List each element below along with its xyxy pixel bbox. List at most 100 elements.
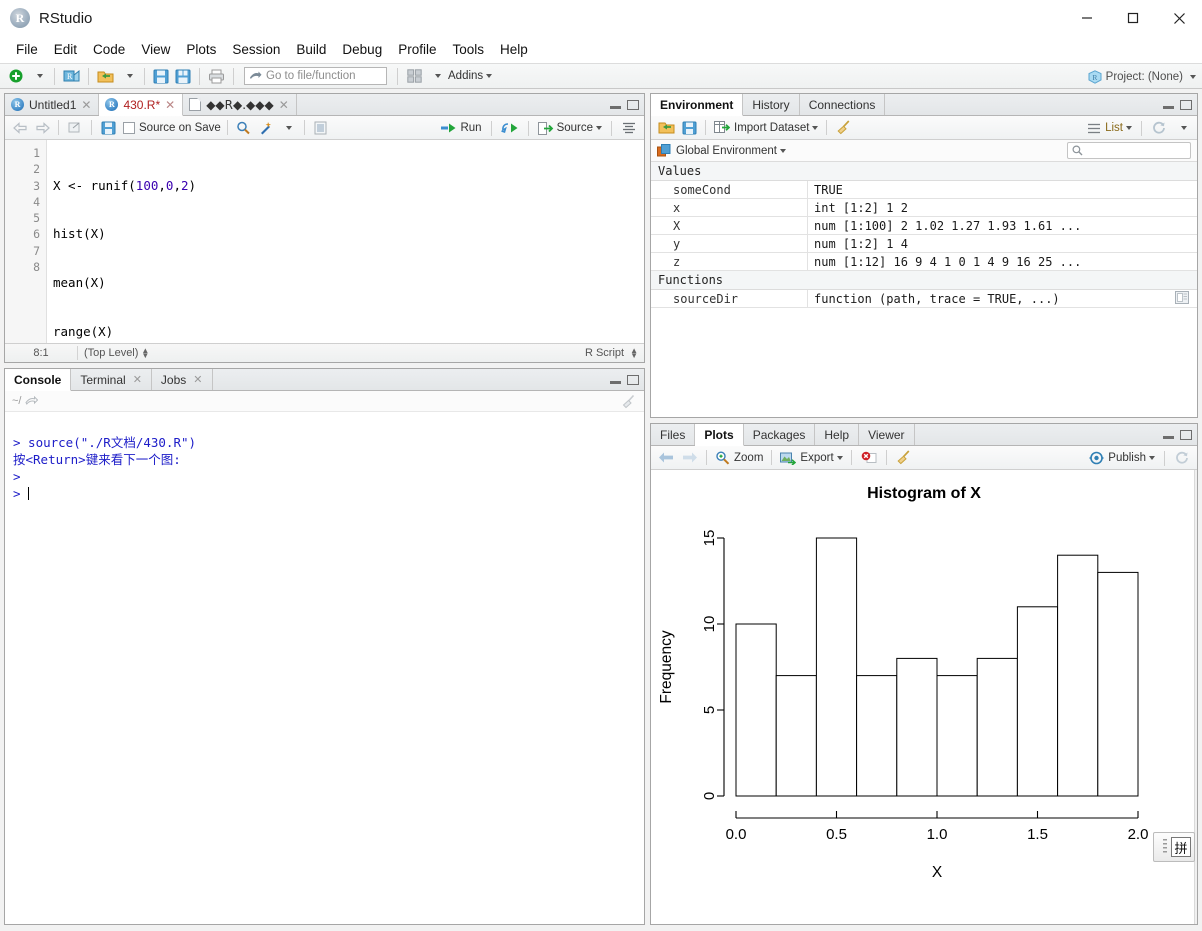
menu-tools[interactable]: Tools (444, 39, 492, 60)
load-workspace-icon[interactable] (656, 118, 677, 138)
print-icon[interactable] (206, 66, 227, 86)
rerun-icon[interactable] (499, 118, 521, 138)
back-arrow-icon[interactable] (10, 118, 30, 138)
close-icon[interactable]: ✕ (193, 373, 202, 386)
table-row[interactable]: z num [1:12] 16 9 4 1 0 1 4 9 16 25 ... (651, 253, 1197, 271)
menu-file[interactable]: File (8, 39, 46, 60)
workspace-panes-dropdown-icon[interactable] (426, 66, 446, 86)
source-editor-body[interactable]: 1 2 3 4 5 6 7 8 X <- runif(100,0,2) hist… (5, 140, 644, 343)
close-button[interactable] (1156, 0, 1202, 36)
menu-edit[interactable]: Edit (46, 39, 85, 60)
export-plot-button[interactable]: Export (778, 448, 844, 468)
save-icon[interactable] (151, 66, 171, 86)
file-type-selector[interactable]: R Script ▲ ▼ (585, 347, 638, 360)
minimize-pane-icon[interactable] (610, 381, 621, 384)
menu-help[interactable]: Help (492, 39, 536, 60)
workspace-panes-icon[interactable] (404, 66, 424, 86)
save-source-icon[interactable] (98, 118, 118, 138)
menu-profile[interactable]: Profile (390, 39, 444, 60)
clear-console-broom-icon[interactable] (620, 394, 636, 409)
table-row[interactable]: someCond TRUE (651, 181, 1197, 199)
tab-viewer[interactable]: Viewer (859, 424, 915, 445)
view-mode-button[interactable]: List (1085, 118, 1134, 138)
remove-plot-icon[interactable] (858, 448, 880, 468)
open-file-dropdown-icon[interactable] (118, 66, 138, 86)
find-replace-icon[interactable] (234, 118, 254, 138)
show-in-new-window-icon[interactable] (65, 118, 85, 138)
maximize-pane-icon[interactable] (1180, 100, 1192, 110)
global-environment-label[interactable]: Global Environment (676, 145, 777, 157)
tab-environment[interactable]: Environment (651, 94, 744, 116)
menu-session[interactable]: Session (224, 39, 288, 60)
addins-button[interactable]: Addins (448, 70, 493, 82)
go-to-file-input[interactable]: Go to file/function (244, 67, 387, 85)
clear-environment-broom-icon[interactable] (833, 118, 853, 138)
refresh-plot-icon[interactable] (1172, 448, 1192, 468)
minimize-pane-icon[interactable] (610, 106, 621, 109)
minimize-button[interactable] (1064, 0, 1110, 36)
refresh-dropdown-icon[interactable] (1172, 118, 1192, 138)
tab-history[interactable]: History (743, 94, 800, 115)
save-all-icon[interactable] (173, 66, 193, 86)
clear-plots-broom-icon[interactable] (893, 448, 913, 468)
open-file-icon[interactable] (95, 66, 116, 86)
compile-report-icon[interactable] (311, 118, 331, 138)
maximize-pane-icon[interactable] (627, 100, 639, 110)
menu-plots[interactable]: Plots (178, 39, 224, 60)
menu-code[interactable]: Code (85, 39, 133, 60)
console-output[interactable]: > source("./R文档/430.R") 按<Return>键来看下一个图… (5, 412, 644, 924)
ime-drag-handle-icon[interactable] (1163, 839, 1167, 855)
table-row[interactable]: x int [1:2] 1 2 (651, 199, 1197, 217)
new-file-dropdown-icon[interactable] (28, 66, 48, 86)
code-tools-dropdown-icon[interactable] (278, 118, 298, 138)
project-indicator[interactable]: R Project: (None) (1088, 64, 1196, 90)
ime-indicator[interactable]: 拼 (1153, 832, 1195, 862)
import-dataset-button[interactable]: Import Dataset (712, 118, 820, 138)
zoom-plot-button[interactable]: Zoom (713, 448, 765, 468)
working-directory-path[interactable]: ~/ (12, 395, 21, 407)
code-tools-icon[interactable] (256, 118, 276, 138)
open-in-files-icon[interactable] (25, 395, 39, 407)
source-tab-mojibake[interactable]: ◆◆R◆.◆◆◆ ✕ (183, 94, 297, 115)
table-row[interactable]: sourceDir function (path, trace = TRUE, … (651, 290, 1197, 308)
tab-terminal[interactable]: Terminal ✕ (71, 369, 152, 390)
maximize-pane-icon[interactable] (627, 375, 639, 385)
tab-plots[interactable]: Plots (695, 424, 744, 446)
menu-view[interactable]: View (133, 39, 178, 60)
close-icon[interactable]: ✕ (81, 98, 91, 112)
maximize-button[interactable] (1110, 0, 1156, 36)
source-tab-430r[interactable]: R 430.R* ✕ (99, 94, 184, 116)
publish-button[interactable]: Publish (1087, 448, 1157, 468)
menu-debug[interactable]: Debug (334, 39, 390, 60)
document-outline-icon[interactable] (619, 118, 639, 138)
ime-pinyin-icon[interactable]: 拼 (1171, 837, 1191, 857)
tab-connections[interactable]: Connections (800, 94, 886, 115)
close-icon[interactable]: ✕ (133, 373, 142, 386)
environment-search-input[interactable] (1067, 142, 1191, 159)
refresh-icon[interactable] (1149, 118, 1169, 138)
tab-help[interactable]: Help (815, 424, 860, 445)
tab-packages[interactable]: Packages (744, 424, 816, 445)
save-workspace-icon[interactable] (679, 118, 699, 138)
tab-jobs[interactable]: Jobs ✕ (152, 369, 213, 390)
source-on-save-checkbox[interactable]: Source on Save (123, 121, 221, 134)
source-tab-untitled1[interactable]: R Untitled1 ✕ (5, 94, 100, 115)
scope-selector[interactable]: (Top Level) ▲ ▼ (84, 347, 149, 360)
run-button[interactable]: Run (439, 118, 483, 138)
maximize-pane-icon[interactable] (1180, 430, 1192, 440)
previous-plot-icon[interactable] (656, 448, 677, 468)
close-icon[interactable]: ✕ (165, 98, 175, 112)
minimize-pane-icon[interactable] (1163, 106, 1174, 109)
table-row[interactable]: y num [1:2] 1 4 (651, 235, 1197, 253)
source-button[interactable]: Source (536, 118, 604, 138)
close-icon[interactable]: ✕ (279, 98, 289, 112)
code-area[interactable]: X <- runif(100,0,2) hist(X) mean(X) rang… (47, 140, 644, 343)
next-plot-icon[interactable] (679, 448, 700, 468)
table-row[interactable]: X num [1:100] 2 1.02 1.27 1.93 1.61 ... (651, 217, 1197, 235)
menu-build[interactable]: Build (288, 39, 334, 60)
new-file-icon[interactable] (6, 66, 26, 86)
view-function-icon[interactable] (1175, 290, 1189, 307)
forward-arrow-icon[interactable] (32, 118, 52, 138)
tab-console[interactable]: Console (5, 369, 72, 391)
minimize-pane-icon[interactable] (1163, 436, 1174, 439)
